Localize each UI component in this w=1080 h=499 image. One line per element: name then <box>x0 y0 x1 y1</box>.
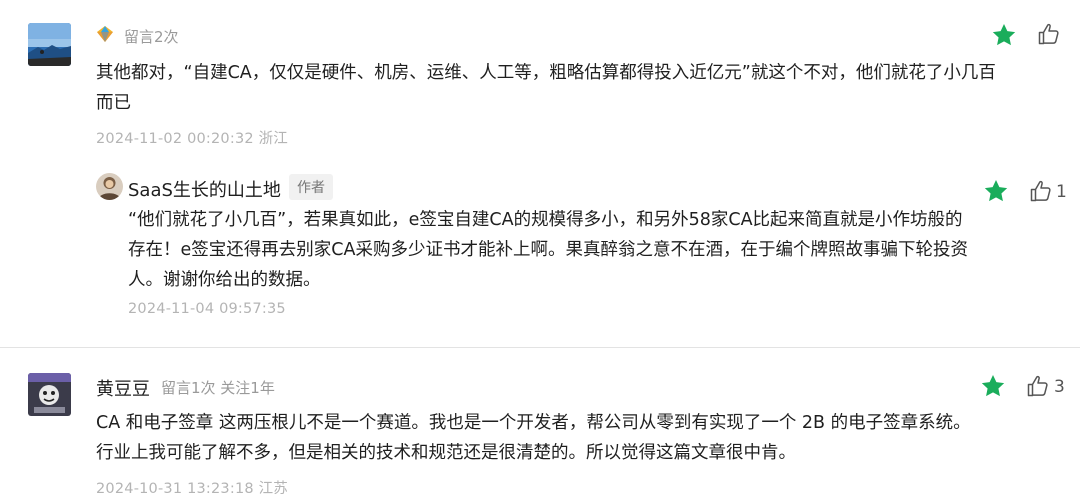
timestamp: 2024-11-02 00:20:32 浙江 <box>96 131 289 147</box>
author-meta: 留言2次 <box>124 28 179 46</box>
thumbs-up-icon[interactable] <box>1026 374 1050 398</box>
reply-author-name[interactable]: SaaS生长的山土地 <box>128 176 281 202</box>
comment-text: 其他都对，“自建CA，仅仅是硬件、机房、运维、人工等，粗略估算都得投入近亿元”就… <box>96 63 996 113</box>
thumbs-up-icon[interactable] <box>1029 179 1053 203</box>
author-meta: 留言1次 关注1年 <box>161 379 275 397</box>
author-badge: 作者 <box>289 174 333 200</box>
author-name[interactable]: 黄豆豆 <box>96 375 150 401</box>
star-icon[interactable] <box>991 22 1017 48</box>
star-icon[interactable] <box>980 373 1006 399</box>
timestamp: 2024-11-04 09:57:35 <box>128 301 286 317</box>
medal-icon <box>96 25 114 43</box>
like-count: 3 <box>1054 377 1065 397</box>
avatar[interactable] <box>96 173 123 200</box>
comment-text: CA 和电子签章 这两压根儿不是一个赛道。我也是一个开发者，帮公司从零到有实现了… <box>96 413 971 463</box>
like-count: 1 <box>1056 182 1067 202</box>
avatar[interactable] <box>28 23 71 66</box>
comment-2: 黄豆豆 留言1次 关注1年 3 CA 和电子签章 这两压根儿不是一个赛道。我也是… <box>0 348 1080 499</box>
comment-1: 留言2次 其他都对，“自建CA，仅仅是硬件、机房、运维、人工等，粗略估算都得投入… <box>0 0 1080 347</box>
star-icon[interactable] <box>983 178 1009 204</box>
reply-text: “他们就花了小几百”，若果真如此，e签宝自建CA的规模得多小，和另外58家CA比… <box>128 210 968 290</box>
timestamp: 2024-10-31 13:23:18 江苏 <box>96 481 289 497</box>
avatar[interactable] <box>28 373 71 416</box>
thumbs-up-icon[interactable] <box>1037 22 1061 46</box>
